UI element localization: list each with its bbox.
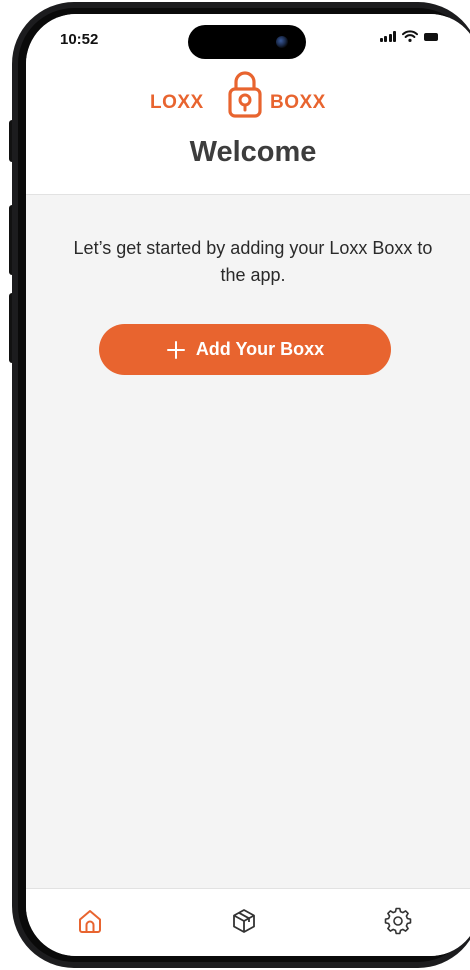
dynamic-island — [188, 25, 306, 59]
tab-bar — [26, 888, 470, 956]
brand-word-loxx: LOXX — [150, 92, 204, 113]
add-boxx-label: Add Your Boxx — [195, 339, 325, 359]
app-screen: 10:52 LOXX BOXX Welcome Let’s get starte… — [26, 14, 470, 956]
box-icon — [233, 909, 255, 933]
plus-icon — [166, 340, 185, 359]
signal-icon — [379, 31, 396, 42]
app-header: 10:52 LOXX BOXX Welcome — [26, 14, 470, 195]
brand-word-boxx: BOXX — [270, 92, 326, 113]
tab-settings[interactable] — [376, 899, 420, 943]
padlock-icon — [228, 71, 262, 118]
status-time: 10:52 — [60, 31, 99, 48]
gear-icon — [384, 907, 412, 935]
camera-icon — [276, 36, 288, 48]
intro-text: Let’s get started by adding your Loxx Bo… — [73, 238, 433, 285]
add-boxx-button[interactable]: Add Your Boxx — [99, 324, 391, 375]
status-icons — [379, 30, 438, 42]
battery-icon — [424, 33, 438, 41]
brand-logo: LOXX BOXX — [26, 70, 470, 120]
phone-mockup: 10:52 LOXX BOXX Welcome Let’s get starte… — [0, 0, 470, 970]
tab-boxx[interactable] — [222, 899, 266, 943]
page-title: Welcome — [189, 136, 317, 168]
wifi-icon — [402, 30, 418, 42]
tab-home[interactable] — [68, 899, 112, 943]
home-icon — [79, 910, 101, 933]
